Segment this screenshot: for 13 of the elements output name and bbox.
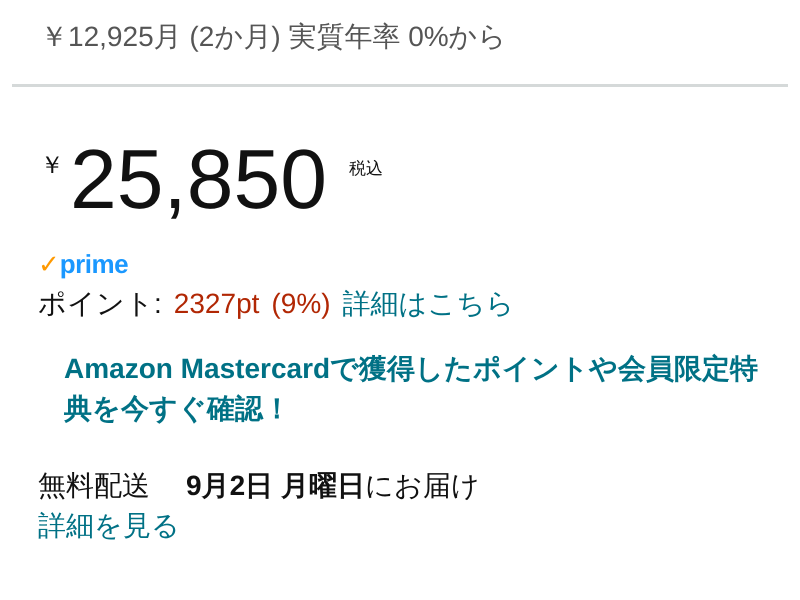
currency-symbol: ￥ [40, 151, 64, 181]
tax-note: 税込 [348, 158, 383, 180]
delivery-label: 無料配送 [38, 469, 150, 503]
details-link[interactable]: 詳細はこちら [342, 285, 515, 323]
installment-text: ￥12,925月 (2か月) 実質年率 0%から [39, 20, 508, 54]
details-link[interactable]: 詳細を見る [0, 505, 800, 545]
points-percent: (9%) [271, 288, 331, 320]
promo-link[interactable]: Amazon Mastercardで獲得したポイントや会員限定特典を今すぐ確認！ [64, 349, 770, 429]
delivery-date-text: 9月2日 月曜日にお届け [186, 469, 480, 503]
price-amount: 25,850 [70, 137, 327, 221]
points-value: 2327pt [174, 288, 260, 320]
prime-logo: ✓prime [37, 248, 130, 280]
points-label: ポイント: [38, 287, 162, 321]
